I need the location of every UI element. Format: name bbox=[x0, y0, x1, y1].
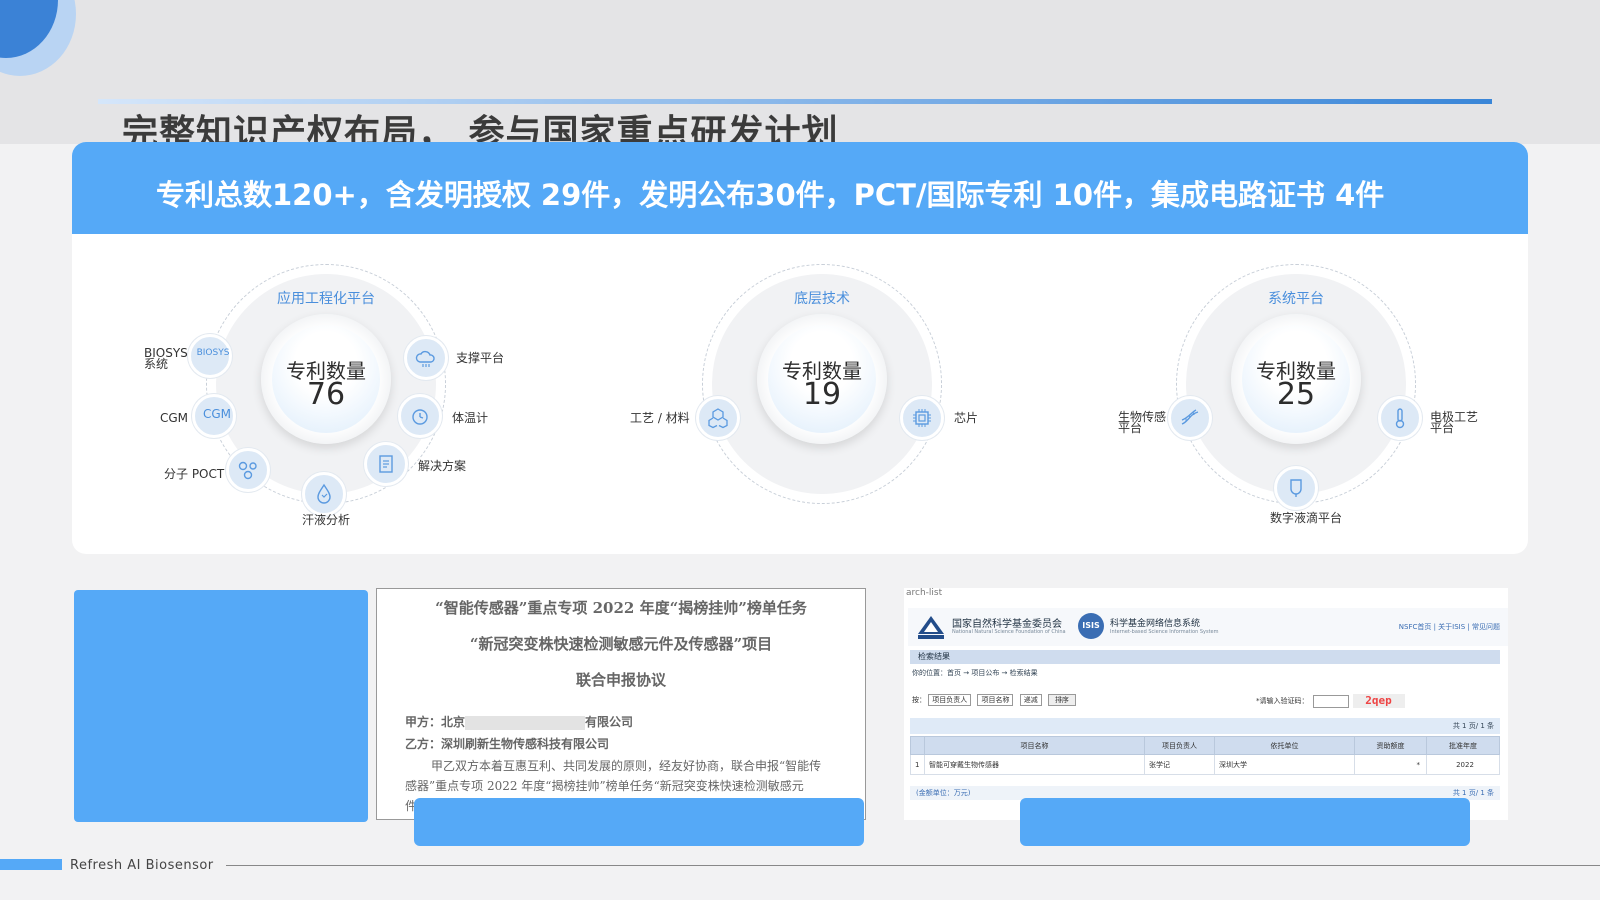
results-table: 项目名称 项目负责人 依托单位 资助额度 批准年度 1 智能可穿戴生物传感器 张… bbox=[910, 736, 1500, 775]
node-label-droplet: 数字液滴平台 bbox=[1270, 511, 1343, 525]
nsfc-logo-icon bbox=[918, 616, 944, 639]
patent-count-value: 19 bbox=[802, 377, 842, 412]
sort-field-select[interactable]: 项目负责人 bbox=[928, 694, 972, 706]
doc-heading-2: “新冠突变株快速检测敏感元件及传感器”项目 bbox=[469, 635, 773, 653]
pager[interactable]: 共 1 页/ 1 条 bbox=[910, 718, 1500, 734]
isis-system-name: 科学基金网络信息系统 bbox=[1110, 619, 1201, 629]
doc-body-2: 感器”重点专项 2022 年度“揭榜挂帅”榜单任务“新冠突变株快速检测敏感元 bbox=[405, 779, 804, 793]
browser-tab-label: arch-list bbox=[906, 588, 943, 598]
footer-divider bbox=[226, 865, 1600, 866]
patent-count-core: 专利数量 25 bbox=[1231, 314, 1361, 444]
molecule-icon bbox=[226, 448, 270, 492]
captcha-input[interactable] bbox=[1312, 694, 1349, 708]
isis-system-name-en: Internet-based Science Information Syste… bbox=[1110, 629, 1219, 635]
document-icon bbox=[364, 442, 408, 486]
node-label-biosensor: 生物传感平台 bbox=[1118, 410, 1167, 435]
redacted-name bbox=[465, 715, 586, 730]
node-label-electrode: 电极工艺平台 bbox=[1430, 410, 1479, 435]
nsfc-screenshot: arch-list 国家自然科学基金委员会 National Natural S… bbox=[904, 588, 1508, 820]
agreement-document-image: “智能传感器”重点专项 2022 年度“揭榜挂帅”榜单任务 “新冠突变株快速检测… bbox=[376, 588, 866, 820]
chip-icon bbox=[900, 396, 944, 440]
sort-button[interactable]: 排序 bbox=[1047, 694, 1076, 706]
doc-party-a: 甲方：北京 有限公司 bbox=[405, 715, 634, 730]
patent-count-core: 专利数量 19 bbox=[757, 314, 887, 444]
cluster-core-technology: 底层技术 专利数量 19 bbox=[702, 264, 942, 504]
caption-box-right bbox=[1020, 798, 1470, 846]
nsfc-org-name-en: National Natural Science Foundation of C… bbox=[952, 629, 1066, 635]
node-label-support: 支撑平台 bbox=[456, 351, 505, 365]
column-header: 依托单位 bbox=[1214, 736, 1355, 755]
node-label-biosys: BIOSYS系统 bbox=[144, 346, 188, 371]
column-header: 批准年度 bbox=[1426, 736, 1500, 755]
patent-summary-text: 专利总数120+，含发明授权 29件，发明公布30件，PCT/国际专利 10件，… bbox=[156, 178, 1385, 212]
nsfc-header: 国家自然科学基金委员会 National Natural Science Fou… bbox=[908, 608, 1508, 646]
column-header: 项目名称 bbox=[924, 736, 1145, 755]
patent-count-core: 专利数量 76 bbox=[261, 314, 391, 444]
captcha-image: 2qep bbox=[1352, 694, 1405, 708]
doc-heading-1: “智能传感器”重点专项 2022 年度“揭榜挂帅”榜单任务 bbox=[435, 599, 807, 617]
patent-count-value: 25 bbox=[1276, 377, 1316, 412]
breadcrumb: 你的位置：首页 → 项目公布 → 检索结果 bbox=[912, 669, 1038, 677]
captcha-row: *请输入验证码： 2qep bbox=[1256, 694, 1405, 708]
table-row[interactable]: 1 智能可穿戴生物传感器 张学记 深圳大学 * 2022 bbox=[910, 754, 1500, 775]
thermometer-icon bbox=[1378, 396, 1422, 440]
clock-icon bbox=[398, 394, 442, 438]
cgm-logo-icon: CGM bbox=[192, 394, 236, 438]
node-label-solution: 解决方案 bbox=[418, 459, 467, 473]
doc-party-b: 乙方：深圳刷新生物传感科技有限公司 bbox=[405, 737, 610, 751]
placeholder-blue-panel bbox=[74, 590, 368, 822]
footer-accent-bar bbox=[0, 859, 62, 870]
search-sort-form: 按： 项目负责人 项目名称 递减 排序 bbox=[912, 694, 1076, 708]
results-section-bar: 检索结果 bbox=[910, 650, 1500, 664]
patent-banner: 专利总数120+，含发明授权 29件，发明公布30件，PCT/国际专利 10件，… bbox=[72, 142, 1528, 234]
biosys-logo-icon: BIOSYS bbox=[188, 334, 232, 378]
footer-brand: Refresh AI Biosensor bbox=[70, 858, 214, 873]
node-label-thermometer: 体温计 bbox=[452, 411, 489, 425]
node-label-process: 工艺 / 材料 bbox=[630, 411, 690, 425]
cluster-title: 底层技术 bbox=[794, 291, 850, 307]
node-label-chip: 芯片 bbox=[954, 411, 979, 425]
caption-box-left bbox=[414, 798, 864, 846]
table-header-row: 项目名称 项目负责人 依托单位 资助额度 批准年度 bbox=[910, 736, 1500, 755]
secondary-field-select[interactable]: 项目名称 bbox=[977, 694, 1014, 706]
nsfc-top-links[interactable]: NSFC首页 | 关于ISIS | 常见问题 bbox=[1399, 622, 1500, 632]
dna-icon bbox=[1168, 396, 1212, 440]
node-label-poct: 分子 POCT bbox=[164, 467, 225, 481]
isis-logo-icon: ISIS bbox=[1078, 613, 1104, 639]
node-label-cgm: CGM bbox=[160, 411, 189, 425]
cluster-title: 应用工程化平台 bbox=[277, 291, 375, 307]
test-tube-icon bbox=[1274, 466, 1318, 510]
doc-body-1: 甲乙双方本着互惠互利、共同发展的原则，经友好协商，联合申报“智能传 bbox=[431, 759, 822, 773]
node-label-sweat: 汗液分析 bbox=[302, 513, 351, 527]
order-select[interactable]: 递减 bbox=[1019, 694, 1042, 706]
patent-count-value: 76 bbox=[306, 377, 346, 412]
doc-heading-3: 联合申报协议 bbox=[575, 671, 666, 689]
cubes-icon bbox=[696, 396, 740, 440]
nsfc-org-name: 国家自然科学基金委员会 bbox=[952, 619, 1062, 630]
column-header: 项目负责人 bbox=[1144, 736, 1215, 755]
cloud-icon bbox=[404, 336, 448, 380]
cluster-title: 系统平台 bbox=[1268, 291, 1324, 307]
droplet-icon bbox=[302, 472, 346, 516]
column-header: 资助额度 bbox=[1354, 736, 1427, 755]
